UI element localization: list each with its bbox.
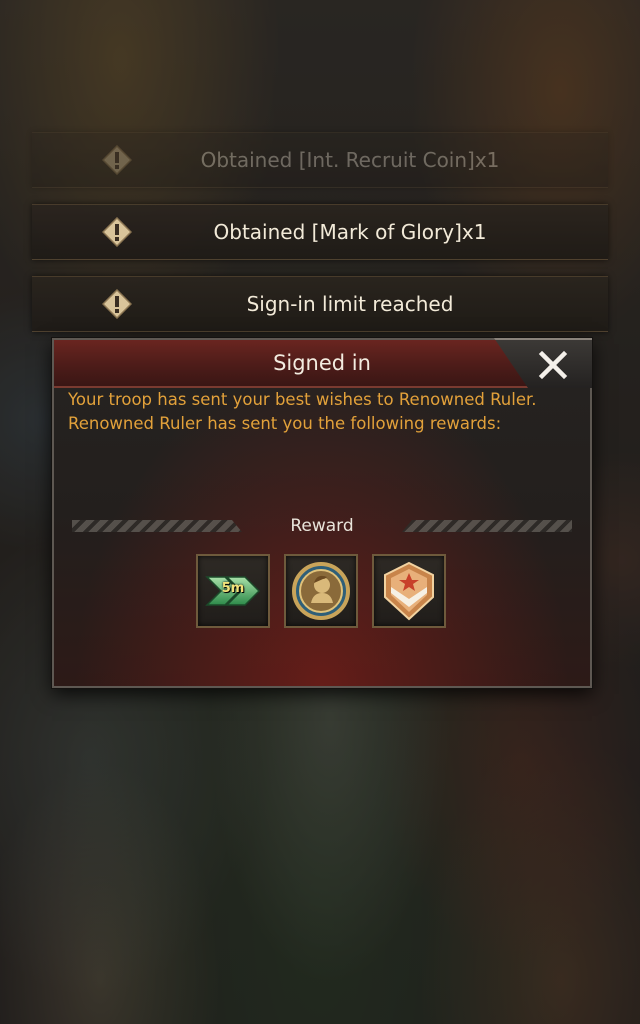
mark-of-glory-icon [384, 561, 434, 621]
reward-items: 5m [196, 554, 456, 628]
reward-item-recruit-coin[interactable] [284, 554, 358, 628]
notification-text: Obtained [Int. Recruit Coin]x1 [200, 148, 500, 172]
recruit-coin-icon [292, 562, 350, 620]
message-line-1: Your troop has sent your best wishes to … [68, 390, 537, 409]
reward-item-mark-of-glory[interactable] [372, 554, 446, 628]
close-icon[interactable] [536, 348, 570, 382]
reward-label: Reward [290, 516, 354, 536]
signed-in-dialog: Signed in Your troop has sent your best … [52, 338, 592, 688]
reward-header: Reward [54, 512, 590, 540]
reward-item-speedup[interactable]: 5m [196, 554, 270, 628]
notification-toast-recruit-coin: Obtained [Int. Recruit Coin]x1 [32, 132, 608, 188]
notification-toast-sign-in-limit: Sign-in limit reached [32, 276, 608, 332]
notification-text: Obtained [Mark of Glory]x1 [213, 220, 487, 244]
notification-text: Sign-in limit reached [246, 292, 454, 316]
reward-quantity: 5m [221, 581, 245, 596]
notification-toast-mark-of-glory: Obtained [Mark of Glory]x1 [32, 204, 608, 260]
dialog-message: Your troop has sent your best wishes to … [68, 388, 578, 436]
message-line-2: Renowned Ruler has sent you the followin… [68, 414, 502, 433]
